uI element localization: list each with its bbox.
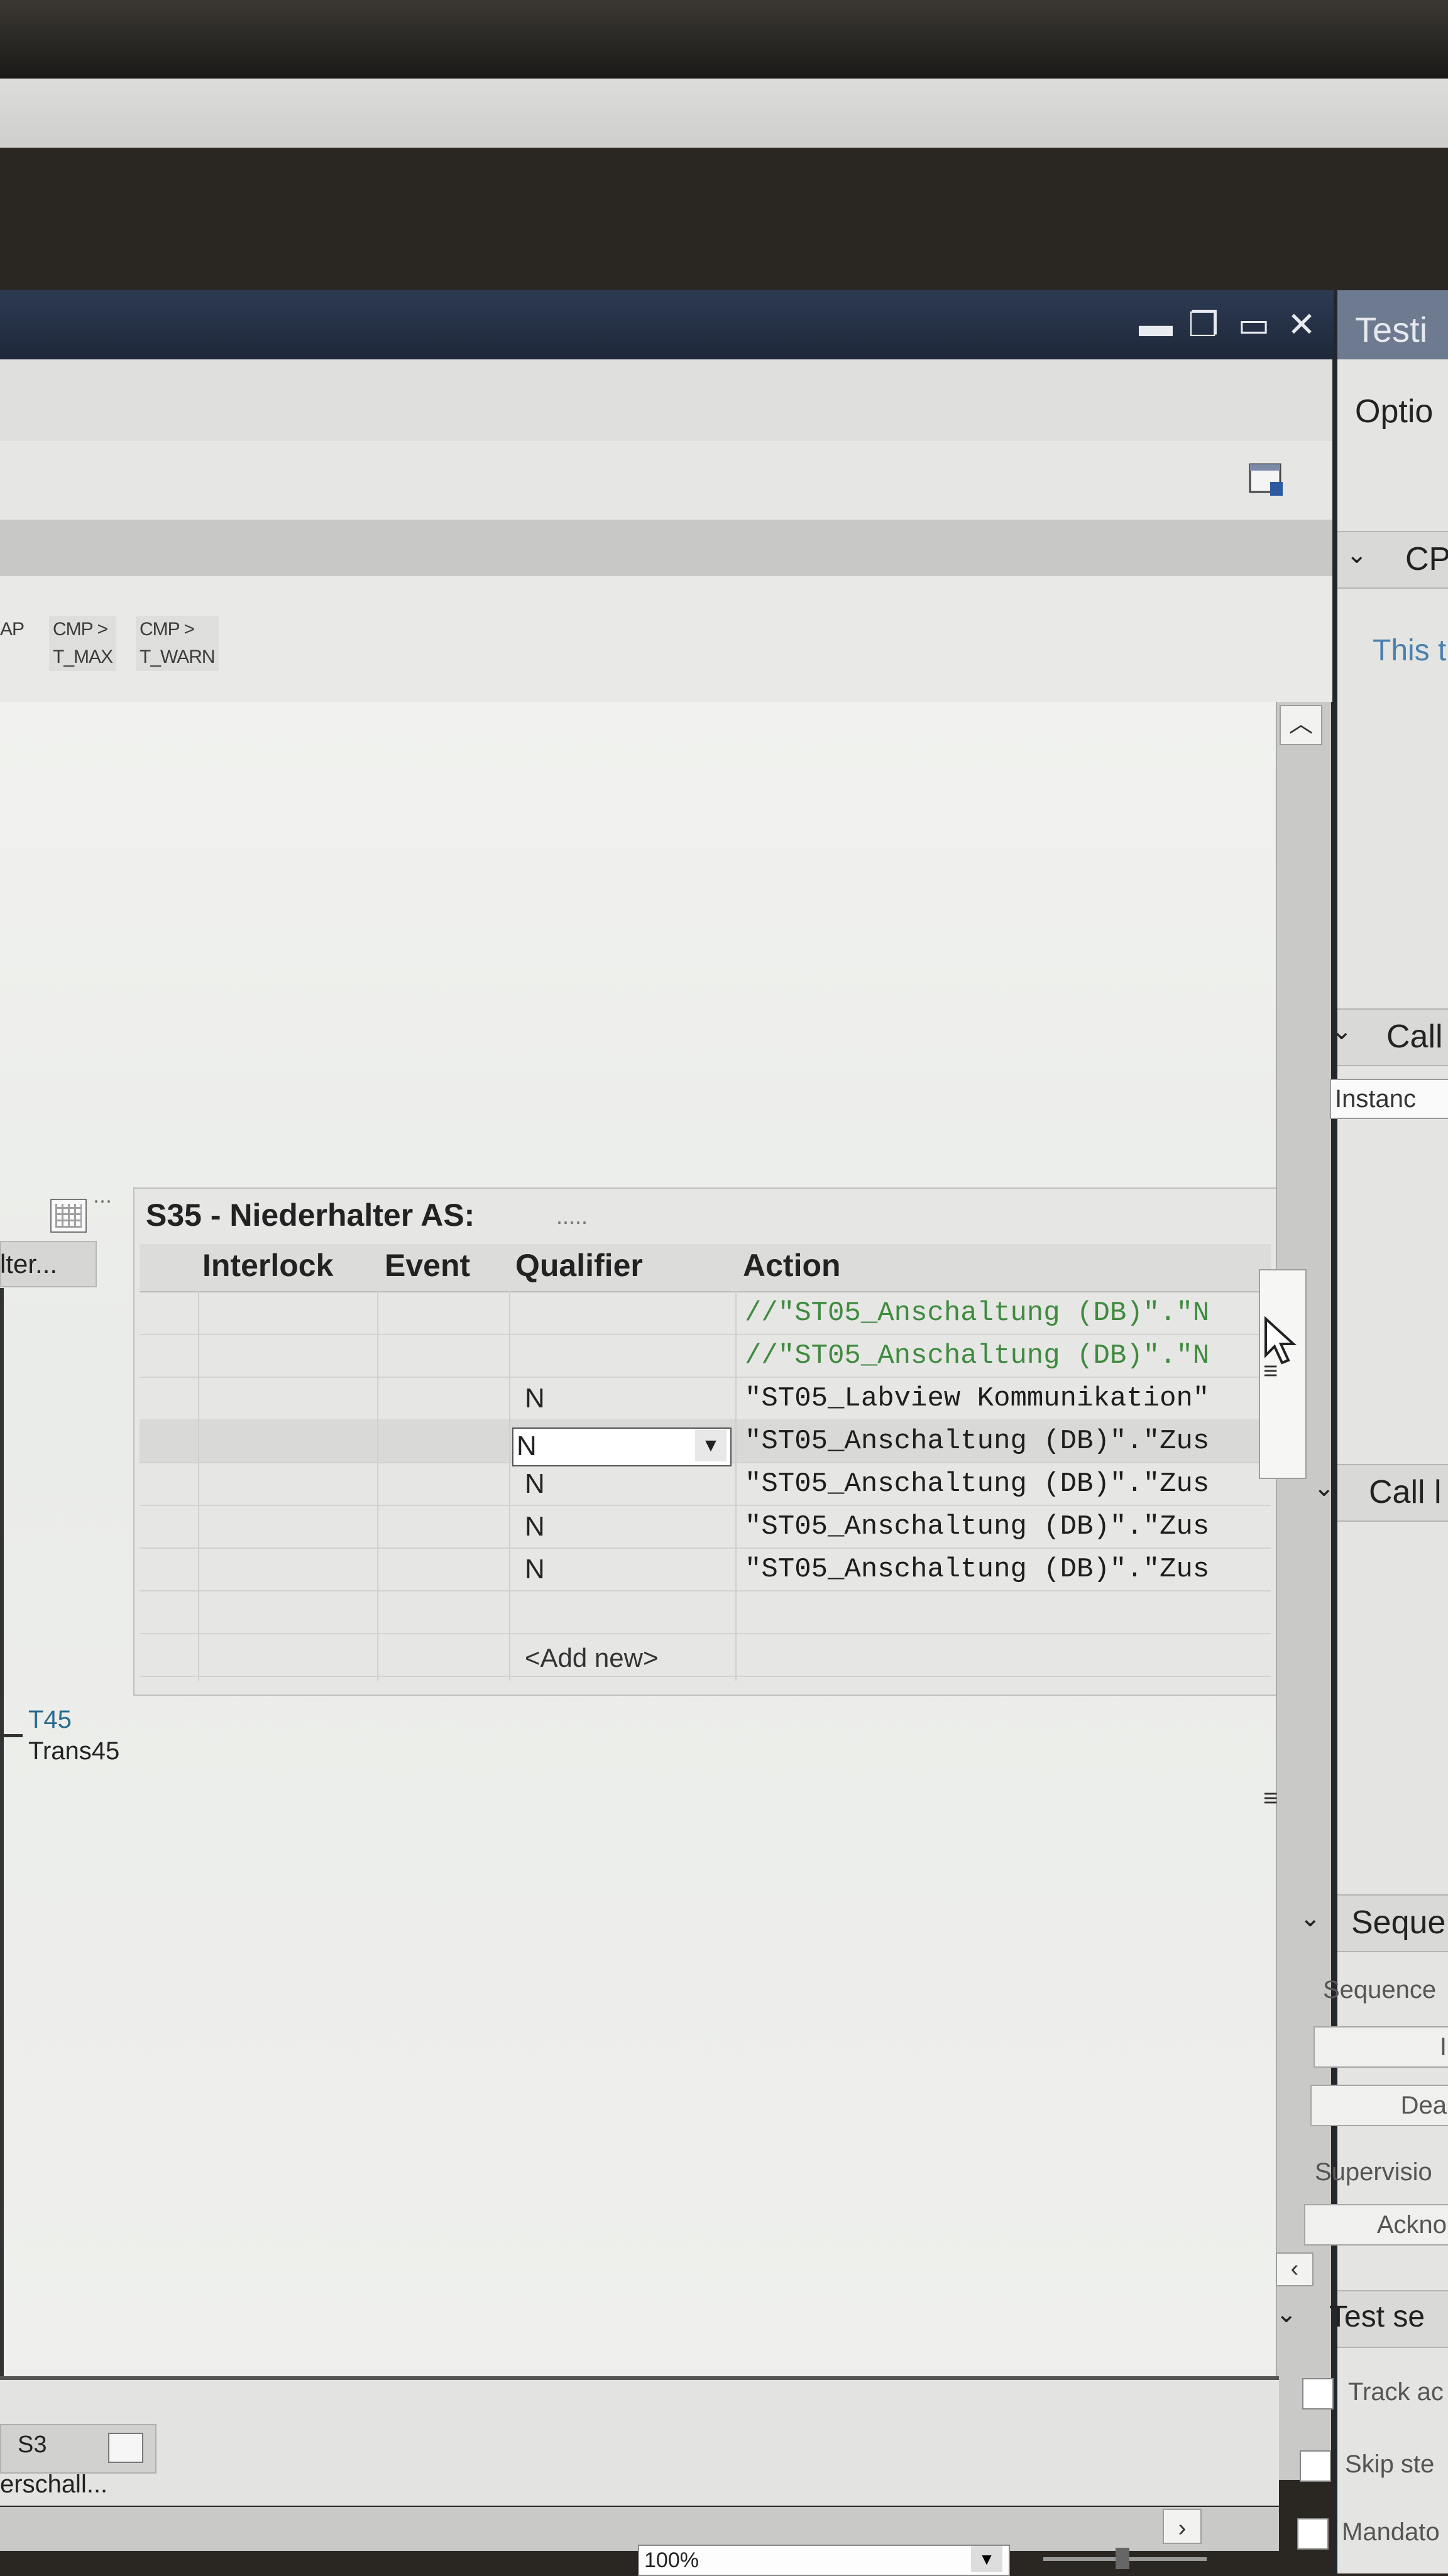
step-tab-label: lter... [0, 1249, 58, 1279]
step-tab-s3-label: S3 [18, 2431, 47, 2458]
action-cell[interactable]: "ST05_Labview Kommunikation" [745, 1383, 1266, 1414]
skip-step-checkbox[interactable] [1300, 2450, 1331, 2482]
sequence-label: Sequence [1323, 1976, 1437, 2004]
scrollbar-grip-icon: ≡ [1263, 1784, 1278, 1812]
action-cell[interactable]: //"ST05_Anschaltung (DB)"."N [745, 1297, 1266, 1329]
deactivate-button[interactable]: Dea [1310, 2085, 1448, 2126]
test-settings-title: Test se [1329, 2300, 1425, 2333]
qualifier-cell[interactable]: N [525, 1383, 545, 1414]
event-header[interactable]: Event [385, 1247, 470, 1284]
cmp-column-t-max[interactable]: CMP > T_MAX [49, 616, 117, 671]
scroll-right-button[interactable]: › [1163, 2509, 1202, 2544]
add-new-row[interactable] [140, 1633, 1271, 1677]
editor-title-bar [0, 290, 1336, 359]
step-overview-panel [0, 2380, 1279, 2506]
call-environment-title: Call [1386, 1018, 1443, 1055]
column-divider [377, 1291, 378, 1681]
supervision-label: Supervisio [1315, 2158, 1432, 2186]
transition-bar [0, 1734, 23, 1737]
more-icon[interactable]: ⋯ [93, 1191, 112, 1213]
action-cell[interactable]: "ST05_Anschaltung (DB)"."Zus [745, 1554, 1266, 1585]
qualifier-cell[interactable]: N [525, 1511, 545, 1542]
chevron-down-icon[interactable]: ⌄ [1346, 540, 1368, 569]
track-checkbox[interactable] [1302, 2378, 1334, 2410]
cmp-column-line2: T_MAX [53, 647, 113, 667]
qualifier-cell[interactable]: N [525, 1554, 545, 1585]
cpu-section-title: CP [1405, 541, 1448, 577]
close-button[interactable]: ✕ [1285, 308, 1319, 342]
monitor-bezel [0, 0, 1448, 79]
qualifier-cell[interactable]: N [525, 1468, 545, 1500]
cmp-column[interactable]: AP [0, 616, 25, 643]
step-comment-placeholder[interactable]: ..... [556, 1203, 588, 1230]
cmp-column-line2: T_WARN [140, 647, 216, 667]
window-background-strip [0, 79, 1448, 148]
action-cell[interactable]: //"ST05_Anschaltung (DB)"."N [745, 1340, 1266, 1372]
step-s3-name: erschall... [0, 2470, 108, 2498]
chevron-down-icon[interactable]: ▼ [971, 2546, 1002, 2572]
cmp-column-line1: AP [0, 619, 25, 640]
sequence-line [0, 1288, 4, 2381]
restore-button[interactable]: ❐ [1187, 308, 1220, 342]
mouse-cursor-icon [1264, 1316, 1297, 1365]
action-cell[interactable]: "ST05_Anschaltung (DB)"."Zus [745, 1511, 1266, 1542]
mandatory-label: Mandato [1342, 2518, 1440, 2546]
testing-panel-title: Testi [1355, 310, 1428, 349]
maximize-button[interactable]: ▭ [1237, 308, 1271, 342]
transition-id[interactable]: T45 [28, 1706, 72, 1734]
chevron-down-icon[interactable]: ⌄ [1276, 2300, 1297, 2328]
zoom-select[interactable]: 100% [638, 2545, 1010, 2576]
cpu-info-text: This t [1373, 634, 1447, 667]
sequence-control-title: Seque [1351, 1904, 1446, 1941]
editor-toolbar [0, 359, 1332, 442]
add-new-action[interactable]: <Add new> [525, 1643, 659, 1673]
table-view-icon[interactable] [108, 2433, 143, 2463]
interlock-header[interactable]: Interlock [202, 1247, 333, 1284]
editor-subtoolbar [0, 441, 1332, 521]
call-hierarchy-title: Call l [1369, 1474, 1442, 1510]
column-divider [198, 1291, 199, 1681]
skip-step-label: Skip ste [1345, 2450, 1435, 2478]
track-label: Track ac [1348, 2378, 1444, 2406]
transition-name[interactable]: Trans45 [28, 1737, 119, 1766]
chevron-down-icon[interactable]: ⌄ [1300, 1904, 1321, 1933]
action-cell[interactable]: "ST05_Anschaltung (DB)"."Zus [745, 1468, 1266, 1500]
editor-header-strip [0, 520, 1332, 577]
zoom-slider-handle[interactable] [1116, 2548, 1129, 2569]
qualifier-dropdown-value: N [517, 1431, 537, 1461]
instance-field[interactable]: Instanc [1330, 1079, 1448, 1119]
column-divider [509, 1291, 510, 1681]
step-title: S35 - Niederhalter AS: [146, 1198, 475, 1233]
action-header[interactable]: Action [743, 1247, 841, 1284]
cmp-column-line1: CMP > [53, 619, 108, 640]
scroll-left-button[interactable]: ‹ [1276, 2252, 1314, 2286]
action-cell[interactable]: "ST05_Anschaltung (DB)"."Zus [745, 1426, 1266, 1457]
sequence-button[interactable]: I [1314, 2026, 1448, 2068]
cmp-column-line1: CMP > [140, 619, 195, 640]
chevron-down-icon[interactable]: ⌄ [1331, 1017, 1352, 1045]
chevron-down-icon[interactable]: ⌄ [1314, 1473, 1335, 1502]
cmp-column-t-warn[interactable]: CMP > T_WARN [136, 616, 219, 671]
options-header: Optio [1355, 393, 1434, 430]
scroll-up-button[interactable]: ︿ [1280, 705, 1322, 745]
table-view-icon[interactable] [50, 1199, 87, 1233]
column-divider [735, 1291, 737, 1681]
acknowledge-button[interactable]: Ackno [1304, 2204, 1448, 2246]
minimize-button[interactable]: ▬ [1139, 308, 1173, 342]
qualifier-header[interactable]: Qualifier [515, 1247, 643, 1284]
mandatory-checkbox[interactable] [1297, 2518, 1329, 2550]
chevron-down-icon[interactable]: ▼ [695, 1430, 727, 1461]
layout-settings-icon[interactable] [1248, 461, 1286, 499]
table-row[interactable] [140, 1590, 1271, 1634]
